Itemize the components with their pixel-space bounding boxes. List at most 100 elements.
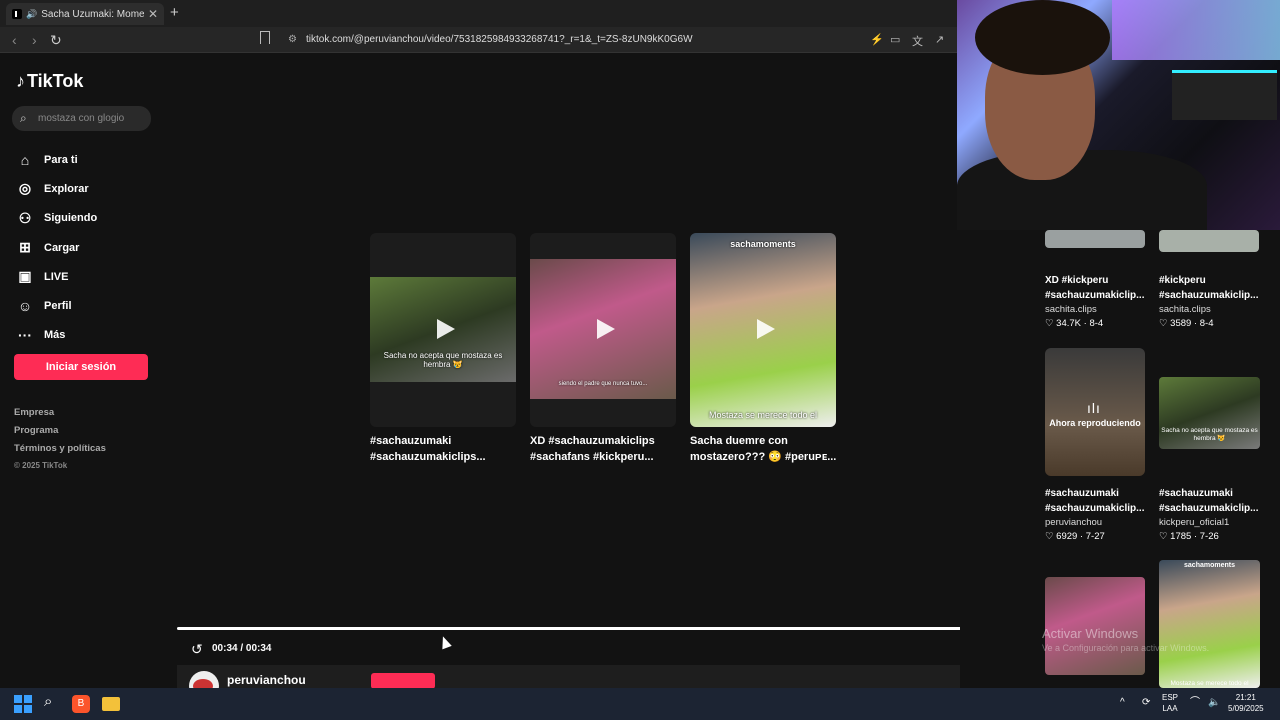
thumbnail-top-caption: sachamoments (1184, 562, 1235, 569)
brave-browser-icon[interactable]: B (72, 695, 90, 713)
post-date: 7-26 (1199, 531, 1219, 542)
play-icon[interactable] (591, 317, 615, 341)
play-icon[interactable] (751, 317, 775, 341)
logo-text: TikTok (27, 71, 84, 91)
footer-link-terminos[interactable]: Términos y políticas (14, 443, 106, 461)
recommended-stats: ♡ 34.7K · 8-4 (1045, 318, 1104, 329)
windows-activation-watermark: Activar Windows (1042, 626, 1139, 641)
clock[interactable]: 21:21 5/09/2025 (1228, 692, 1264, 714)
streamer-hair (975, 0, 1110, 75)
share-icon[interactable]: ↗ (935, 33, 944, 46)
footer-link-empresa[interactable]: Empresa (14, 407, 106, 425)
live-icon: ▣ (18, 268, 32, 285)
windows-taskbar: ⌕ B ^ ⟳ ESP LAA ⌒ 🔈 21:21 5/09/2025 (0, 688, 1280, 720)
recommended-item[interactable]: #sachauzumaki #sachauzumakiclip... peruv… (1045, 486, 1148, 542)
sidebar-item-explorar[interactable]: ◎ Explorar (16, 174, 97, 203)
now-playing-label: Ahora reproduciendo (1049, 418, 1141, 428)
recommended-stats: ♡ 6929 · 7-27 (1045, 531, 1105, 542)
tab-title: Sacha Uzumaki: Momentos D (41, 8, 144, 20)
network-icon[interactable]: ⌒ (1190, 697, 1200, 708)
reload-icon[interactable]: ↻ (50, 32, 62, 49)
thumbnail-caption: Mostaza se merece todo el (708, 410, 818, 420)
sidebar-item-siguiendo[interactable]: ⚇ Siguiendo (16, 204, 97, 233)
login-button[interactable]: Iniciar sesión (14, 354, 148, 380)
profile-icon: ☺ (17, 298, 33, 315)
url-field[interactable]: tiktok.com/@peruvianchou/video/753182598… (282, 31, 862, 49)
windows-activation-subtext: Ve a Configuración para activar Windows. (1042, 643, 1210, 653)
suggested-video-card[interactable]: siendo el padre que nunca tuvo... (530, 233, 676, 427)
tiktok-logo[interactable]: ♪ TikTok (16, 71, 83, 92)
sync-icon[interactable]: ⟳ (1142, 697, 1150, 708)
suggested-video-title[interactable]: XD #sachauzumakiclips #sachafans #kickpe… (530, 433, 680, 465)
address-bar-row: ‹ › ↻ tiktok.com/@peruvianchou/video/753… (0, 27, 960, 53)
recommended-user: kickperu_oficial1 (1159, 517, 1230, 528)
recommended-stats: ♡ 1785 · 7-26 (1159, 531, 1219, 542)
heart-icon: ♡ (1159, 318, 1171, 329)
speaker-icon[interactable]: 🔊 (26, 9, 37, 20)
suggested-video-card[interactable]: Sacha no acepta que mostaza es hembra 😿 (370, 233, 516, 427)
video-player-area: Sacha no acepta que mostaza es hembra 😿 … (175, 53, 1033, 701)
sidebar-item-live[interactable]: ▣ LIVE (16, 262, 97, 291)
sidebar-item-label: Para ti (44, 153, 78, 166)
sidebar-item-cargar[interactable]: ⊞ Cargar (16, 233, 97, 262)
forward-arrow-icon[interactable]: › (32, 32, 37, 48)
upload-icon: ⊞ (19, 239, 31, 256)
volume-icon[interactable]: 🔈 (1208, 697, 1220, 708)
follow-button[interactable] (371, 673, 435, 689)
recommended-user: sachita.clips (1045, 304, 1097, 315)
suggested-video-card[interactable]: sachamoments Mostaza se merece todo el (690, 233, 836, 427)
recommended-title: #sachauzumaki #sachauzumakiclip... (1159, 488, 1259, 514)
heart-icon: ♡ (1045, 318, 1057, 329)
likes-count: 1785 (1170, 531, 1192, 542)
video-thumbnail[interactable] (1159, 230, 1259, 252)
translate-icon[interactable]: 文 (912, 33, 923, 49)
sidebar-item-mas[interactable]: ··· Más (16, 321, 97, 350)
video-progress-bar[interactable] (177, 624, 1033, 633)
more-icon: ··· (18, 327, 32, 344)
video-thumbnail[interactable] (1045, 230, 1145, 248)
likes-count: 34.7K (1056, 318, 1081, 329)
clock-date: 5/09/2025 (1228, 704, 1264, 713)
cast-icon[interactable]: ⚡ (870, 33, 884, 46)
play-icon[interactable] (431, 317, 455, 341)
screen-icon[interactable]: ▭ (890, 33, 900, 46)
footer-link-programa[interactable]: Programa (14, 425, 106, 443)
author-name[interactable]: peruvianchou (227, 673, 306, 687)
sidebar-item-label: Cargar (44, 241, 80, 254)
mouse-cursor (438, 634, 452, 650)
recommended-item[interactable]: XD #kickperu #sachauzumakiclip... sachit… (1045, 273, 1148, 329)
replay-icon[interactable]: ↺ (191, 641, 203, 658)
thumbnail-caption: Mostaza se merece todo el (1170, 680, 1249, 687)
suggested-video-title[interactable]: Sacha duemre con mostazero??? 😳 #peruᴘᴇ.… (690, 433, 840, 465)
recommended-user: sachita.clips (1159, 304, 1211, 315)
recommended-item[interactable]: #sachauzumaki #sachauzumakiclip... kickp… (1159, 486, 1262, 542)
tiktok-note-icon: ♪ (16, 71, 25, 91)
file-explorer-icon[interactable] (102, 697, 120, 711)
post-date: 7-27 (1085, 531, 1105, 542)
post-date: 8-4 (1089, 318, 1104, 329)
back-arrow-icon[interactable]: ‹ (12, 32, 17, 48)
thumbnail-top-caption: sachamoments (730, 239, 796, 249)
chevron-up-icon[interactable]: ^ (1120, 697, 1125, 708)
rgb-lights (1112, 0, 1280, 60)
browser-tab[interactable]: 🔊 Sacha Uzumaki: Momentos D ✕ (6, 3, 164, 25)
new-tab-button[interactable]: + (170, 4, 179, 21)
video-thumbnail[interactable]: sachamoments Mostaza se merece todo el (1159, 560, 1260, 688)
sidebar-item-para-ti[interactable]: ⌂ Para ti (16, 145, 97, 174)
close-tab-icon[interactable]: ✕ (148, 7, 158, 21)
windows-start-icon[interactable] (14, 695, 32, 713)
search-icon[interactable]: ⌕ (44, 693, 62, 711)
browser-tab-bar: 🔊 Sacha Uzumaki: Momentos D ✕ + (0, 0, 960, 27)
video-thumbnail[interactable]: Sacha no acepta que mostaza es hembra 😿 (1159, 377, 1260, 449)
recommended-item[interactable]: #kickperu #sachauzumakiclip... sachita.c… (1159, 273, 1262, 329)
bookmark-icon[interactable] (260, 31, 270, 44)
language-code: ESP (1162, 693, 1179, 702)
language-indicator[interactable]: ESP LAA (1162, 692, 1178, 714)
recommended-stats: ♡ 3589 · 8-4 (1159, 318, 1214, 329)
tiktok-favicon-icon (12, 9, 22, 19)
search-input[interactable]: ⌕ mostaza con glogio (12, 106, 151, 131)
sidebar-item-perfil[interactable]: ☺ Perfil (16, 291, 97, 320)
now-playing-thumbnail[interactable]: ılı Ahora reproduciendo (1045, 348, 1145, 476)
suggested-video-title[interactable]: #sachauzumaki #sachauzumakiclips... (370, 433, 520, 465)
recommended-title: #sachauzumaki #sachauzumakiclip... (1045, 488, 1145, 514)
